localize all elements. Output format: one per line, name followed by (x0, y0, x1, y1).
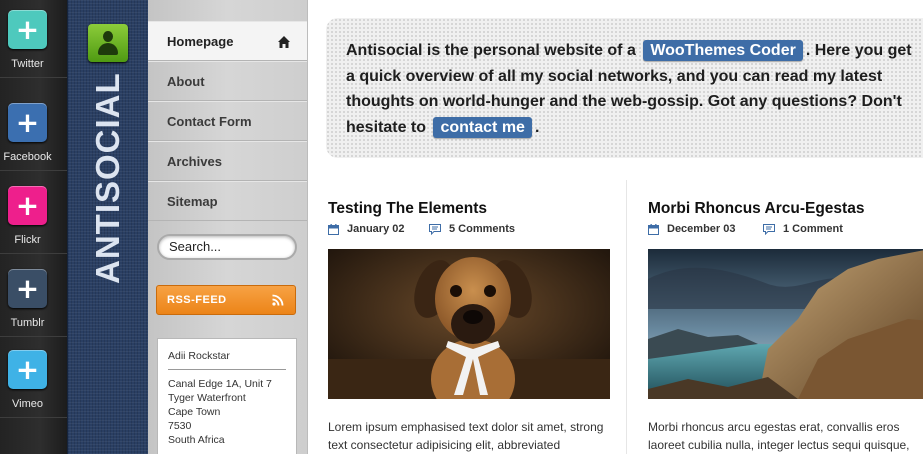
address-line: 7530 (168, 420, 192, 432)
nav-item-label: Contact Form (167, 114, 252, 129)
woothemes-coder-link[interactable]: WooThemes Coder (643, 40, 803, 61)
post-comments-link[interactable]: 5 Comments (449, 223, 515, 235)
comment-icon (763, 224, 775, 235)
social-label: Twitter (11, 58, 44, 70)
contact-me-link[interactable]: contact me (433, 116, 532, 138)
nav-item-label: Homepage (167, 34, 234, 49)
social-vimeo[interactable]: + Vimeo (0, 340, 67, 418)
comment-icon (429, 224, 441, 235)
social-sidebar: + Twitter + Facebook + Flickr + Tumblr +… (0, 0, 67, 454)
intro-box: Antisocial is the personal website of a … (326, 18, 923, 158)
main-content: Antisocial is the personal website of a … (307, 0, 923, 454)
social-flickr[interactable]: + Flickr (0, 176, 67, 254)
post-meta: January 02 5 Comments (328, 222, 610, 238)
plus-icon: + (8, 186, 47, 225)
address-line: Cape Town (168, 406, 221, 418)
intro-text: Antisocial is the personal website of a … (346, 38, 916, 140)
post-date: January 02 (347, 223, 405, 235)
post-image-puppy[interactable] (328, 249, 610, 399)
nav-item-label: Sitemap (167, 194, 218, 209)
nav-item-label: Archives (167, 154, 222, 169)
nav-item-label: About (167, 74, 205, 89)
post-excerpt: Lorem ipsum emphasised text dolor sit am… (328, 420, 604, 452)
post-meta: December 03 1 Comment (648, 222, 923, 238)
address-line: Tyger Waterfront (168, 392, 246, 404)
post-card: Morbi Rhoncus Arcu-Egestas December 03 1… (648, 200, 923, 452)
home-icon (278, 36, 290, 48)
intro-text-part: . (534, 118, 540, 136)
address-line: South Africa (168, 434, 225, 446)
rss-icon (272, 294, 284, 306)
nav-item-archives[interactable]: Archives (148, 141, 307, 181)
plus-icon: + (8, 350, 47, 389)
main-navigation: Homepage About Contact Form Archives Sit… (148, 0, 307, 454)
address-card: Adii Rockstar Canal Edge 1A, Unit 7 Tyge… (157, 338, 297, 454)
post-title[interactable]: Morbi Rhoncus Arcu-Egestas (648, 200, 923, 218)
post-excerpt: Morbi rhoncus arcu egestas erat, convall… (648, 420, 910, 452)
rss-feed-button[interactable]: RSS-FEED (156, 285, 296, 315)
address-name: Adii Rockstar (168, 349, 286, 370)
nav-item-sitemap[interactable]: Sitemap (148, 181, 307, 221)
social-label: Facebook (3, 151, 52, 163)
intro-text-part: Antisocial is the personal website of a (346, 42, 636, 59)
search-input[interactable]: Search... (157, 234, 297, 260)
calendar-icon (328, 224, 339, 235)
social-label: Tumblr (10, 317, 45, 329)
nav-item-homepage[interactable]: Homepage (148, 21, 307, 61)
calendar-icon (648, 224, 659, 235)
brand-column: ANTISOCIAL (67, 0, 148, 454)
post-image-coast[interactable] (648, 249, 923, 399)
nav-item-about[interactable]: About (148, 61, 307, 101)
social-tumblr[interactable]: + Tumblr (0, 259, 67, 337)
site-logo[interactable]: ANTISOCIAL (89, 72, 127, 284)
post-comments-link[interactable]: 1 Comment (783, 223, 843, 235)
plus-icon: + (8, 10, 47, 49)
social-label: Flickr (14, 234, 41, 246)
column-divider (626, 180, 627, 454)
nav-item-contact-form[interactable]: Contact Form (148, 101, 307, 141)
plus-icon: + (8, 269, 47, 308)
plus-icon: + (8, 103, 47, 142)
social-facebook[interactable]: + Facebook (0, 93, 67, 171)
social-label: Vimeo (12, 398, 43, 410)
post-date: December 03 (667, 223, 736, 235)
user-icon[interactable] (88, 24, 128, 62)
social-twitter[interactable]: + Twitter (0, 0, 67, 78)
post-title[interactable]: Testing The Elements (328, 200, 610, 218)
address-line: Canal Edge 1A, Unit 7 (168, 378, 272, 390)
rss-label: RSS-FEED (167, 294, 227, 306)
post-card: Testing The Elements January 02 5 Commen… (328, 200, 610, 452)
